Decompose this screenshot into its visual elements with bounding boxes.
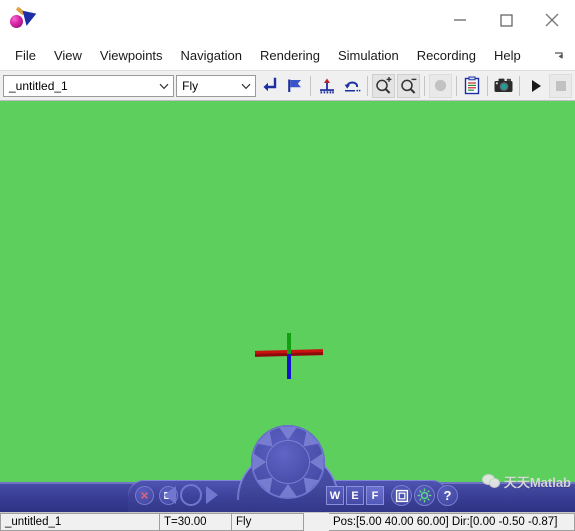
menu-item-view[interactable]: View xyxy=(45,44,91,67)
dash-orbit-ring[interactable] xyxy=(180,484,202,506)
stop-button[interactable] xyxy=(549,73,573,98)
play-icon xyxy=(531,79,541,92)
navigation-mode-value: Fly xyxy=(182,78,199,93)
watermark: 天天Matlab xyxy=(482,471,571,491)
close-button[interactable] xyxy=(529,0,575,40)
zoom-out-icon xyxy=(401,78,417,94)
wechat-icon xyxy=(482,474,500,489)
camera-icon xyxy=(494,78,513,92)
webots-logo-icon xyxy=(6,4,38,36)
dash-key-e[interactable]: E xyxy=(346,486,364,505)
anchor-icon xyxy=(319,78,334,93)
menu-item-rendering[interactable]: Rendering xyxy=(251,44,329,67)
status-world: _untitled_1 xyxy=(0,513,160,531)
console-button[interactable] xyxy=(460,74,483,98)
minimize-icon xyxy=(454,19,466,21)
menu-item-file[interactable]: File xyxy=(6,44,45,67)
record-circle-icon xyxy=(434,79,446,92)
dash-light-button[interactable] xyxy=(414,485,435,506)
world-select-value: _untitled_1 xyxy=(9,78,68,93)
chevron-down-icon xyxy=(237,80,255,92)
menu-item-navigation[interactable]: Navigation xyxy=(172,44,251,67)
window-controls xyxy=(437,0,575,40)
undo-arrow-icon xyxy=(344,81,360,91)
clipboard-icon xyxy=(464,76,480,94)
dash-fullscreen-button[interactable] xyxy=(391,485,412,506)
dash-rotate-right-button[interactable] xyxy=(206,486,218,504)
status-time: T=30.00 xyxy=(160,513,232,531)
menu-item-help[interactable]: Help xyxy=(485,44,530,67)
stop-square-icon xyxy=(555,80,566,91)
reset-viewpoint-button[interactable] xyxy=(315,74,338,98)
nested-square-icon xyxy=(395,489,408,502)
apply-button[interactable] xyxy=(258,74,281,98)
status-bar: _untitled_1 T=30.00 Fly Pos:[5.00 40.00 … xyxy=(0,512,575,531)
toolbar-separator-6 xyxy=(519,75,521,96)
dash-close-button[interactable] xyxy=(135,486,154,505)
toolbar-separator-3 xyxy=(423,75,425,96)
zoom-in-button[interactable] xyxy=(371,73,395,98)
menu-item-viewpoints[interactable]: Viewpoints xyxy=(91,44,172,67)
x-circle-icon xyxy=(140,491,149,500)
enter-arrow-icon xyxy=(263,77,277,92)
overflow-chevron-glyph xyxy=(555,52,563,59)
record-button[interactable] xyxy=(428,73,452,98)
dash-key-w[interactable]: W xyxy=(326,486,344,505)
dash-pan-knob[interactable] xyxy=(251,425,325,499)
chevron-down-icon xyxy=(155,80,173,92)
simulation-viewport[interactable]: W E F ? 天天Matlab xyxy=(0,101,575,512)
world-select[interactable]: _untitled_1 xyxy=(3,74,175,97)
menu-item-simulation[interactable]: Simulation xyxy=(329,44,408,67)
maximize-icon xyxy=(500,14,513,27)
screenshot-button[interactable] xyxy=(492,74,515,98)
toolbar-separator-1 xyxy=(310,75,312,96)
question-mark-icon: ? xyxy=(443,488,452,503)
dash-key-f[interactable]: F xyxy=(366,486,384,505)
maximize-button[interactable] xyxy=(483,0,529,40)
undo-move-button[interactable] xyxy=(340,74,363,98)
watermark-text: 天天Matlab xyxy=(503,474,571,490)
status-gap xyxy=(304,513,329,531)
axis-y-green xyxy=(287,333,291,355)
dash-rotate-left-button[interactable] xyxy=(164,486,176,504)
compass-knob-icon xyxy=(267,441,309,483)
flag-icon xyxy=(288,79,302,92)
toolbar-separator-2 xyxy=(366,75,368,96)
overflow-chevron-icon[interactable] xyxy=(551,47,567,63)
menu-bar: File View Viewpoints Navigation Renderin… xyxy=(0,40,575,71)
navigation-mode-select[interactable]: Fly xyxy=(176,74,257,97)
title-bar xyxy=(0,0,575,40)
sun-icon xyxy=(417,488,432,503)
minimize-button[interactable] xyxy=(437,0,483,40)
status-mode: Fly xyxy=(232,513,304,531)
close-icon xyxy=(545,13,559,27)
zoom-out-button[interactable] xyxy=(396,73,420,98)
toolbar-separator-5 xyxy=(487,75,489,96)
dash-help-button[interactable]: ? xyxy=(437,485,458,506)
play-button[interactable] xyxy=(524,74,547,98)
menu-item-recording[interactable]: Recording xyxy=(408,44,485,67)
axis-gizmo xyxy=(254,333,325,381)
flag-button[interactable] xyxy=(283,74,306,98)
status-position: Pos:[5.00 40.00 60.00] Dir:[0.00 -0.50 -… xyxy=(329,513,575,531)
zoom-in-icon xyxy=(376,77,392,94)
toolbar-separator-4 xyxy=(455,75,457,96)
toolbar: _untitled_1 Fly xyxy=(0,71,575,101)
axis-z-blue xyxy=(287,354,291,379)
